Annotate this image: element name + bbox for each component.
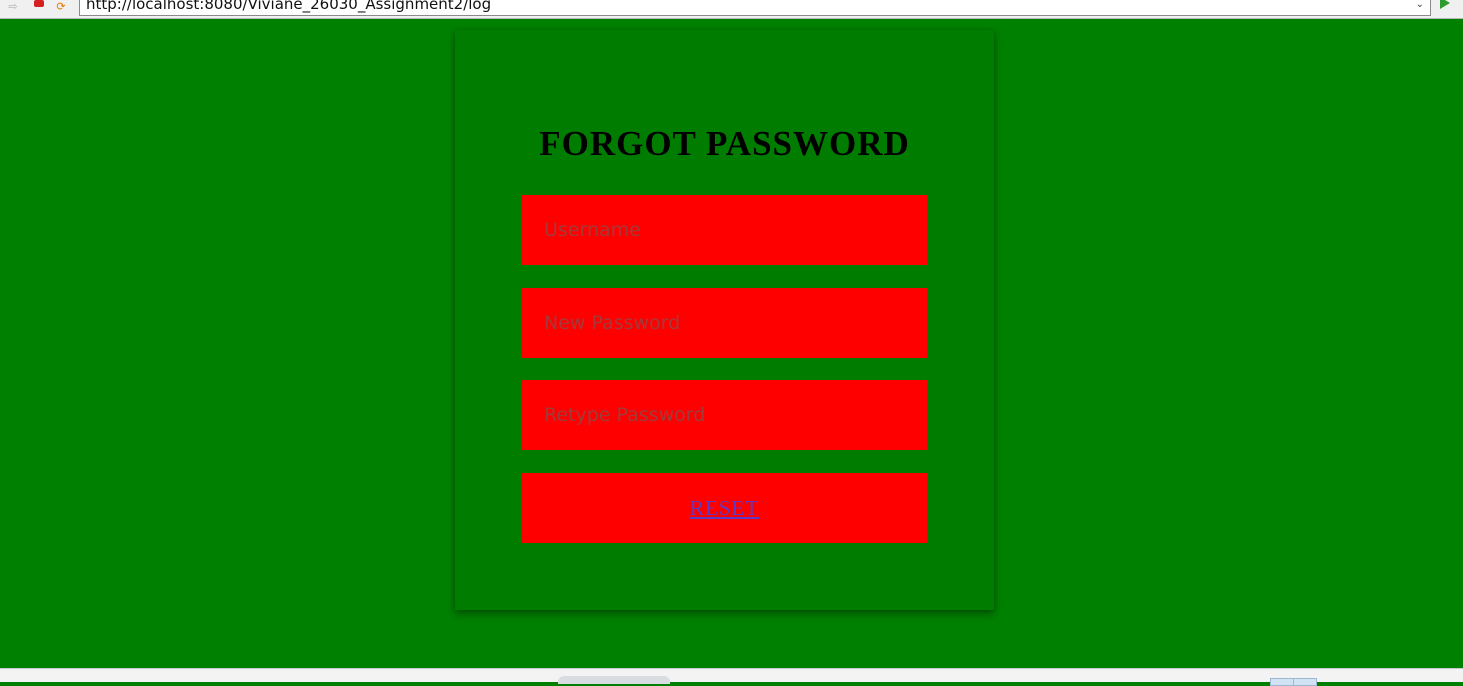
retype-password-input[interactable] (522, 380, 927, 450)
reset-link[interactable]: RESET (690, 496, 759, 520)
chevron-down-icon[interactable]: ⌄ (1416, 0, 1424, 12)
page-title: FORGOT PASSWORD (539, 124, 910, 163)
status-button-right[interactable] (1293, 678, 1317, 686)
stop-icon[interactable] (34, 0, 44, 7)
address-bar[interactable]: http://localhost:8080/Viviane_26030_Assi… (79, 0, 1431, 16)
new-password-input[interactable] (522, 288, 927, 358)
url-text: http://localhost:8080/Viviane_26030_Assi… (86, 0, 492, 13)
go-arrow-icon[interactable] (1440, 0, 1450, 9)
status-tab[interactable] (558, 676, 670, 684)
browser-toolbar: ⇨ ⟳ http://localhost:8080/Viviane_26030_… (0, 0, 1463, 19)
username-input[interactable] (522, 195, 927, 265)
forgot-password-card: FORGOT PASSWORD RESET (455, 30, 994, 610)
arrow-forward-icon[interactable]: ⇨ (6, 1, 20, 13)
status-bar (0, 668, 1463, 686)
status-button-left[interactable] (1270, 678, 1294, 686)
reset-button[interactable]: RESET (522, 473, 927, 543)
refresh-icon[interactable]: ⟳ (54, 1, 68, 13)
